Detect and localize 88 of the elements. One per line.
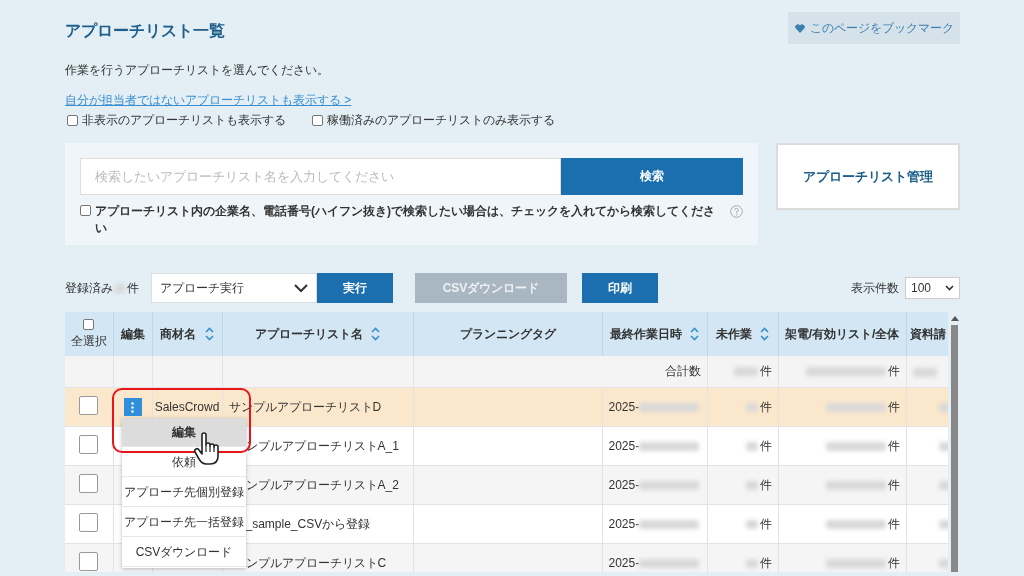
- unit-text: 件: [759, 555, 772, 570]
- row-checkbox[interactable]: [79, 552, 99, 571]
- sort-icon[interactable]: [690, 327, 700, 342]
- select-all-checkbox[interactable]: [83, 318, 95, 330]
- menu-item[interactable]: アプローチ先個別登録: [122, 478, 246, 507]
- run-button[interactable]: 実行: [317, 273, 393, 303]
- blurred-value: [639, 481, 700, 491]
- unit-text: 件: [887, 364, 900, 378]
- unit-text: 件: [759, 477, 772, 492]
- page-size-select[interactable]: 100: [905, 277, 960, 299]
- select-all-label: 全選択: [70, 332, 107, 350]
- instruction-text: 作業を行うアプローチリストを選んでください。: [65, 62, 330, 79]
- blurred-value: [912, 367, 937, 377]
- blurred-value: [825, 519, 886, 529]
- checkbox[interactable]: [67, 115, 78, 126]
- row-checkbox[interactable]: [79, 396, 99, 415]
- more-options-button[interactable]: [123, 398, 142, 416]
- column-header: 資料請: [906, 312, 948, 356]
- blurred-value: [639, 442, 700, 452]
- table-cell: 2025-: [608, 400, 640, 414]
- blurred-value: [745, 402, 758, 412]
- table-cell: 2025-: [608, 439, 640, 453]
- checkbox[interactable]: [312, 115, 323, 126]
- kebab-icon: [131, 401, 134, 413]
- checkbox-label: 非表示のアプローチリストも表示する: [82, 112, 286, 129]
- registered-unit: 件: [127, 279, 139, 297]
- menu-item[interactable]: アプローチ先一括登録: [122, 508, 246, 537]
- unit-text: 件: [759, 399, 772, 414]
- table-cell: ンプルアプローチリストA_2: [245, 477, 399, 492]
- chevron-down-icon: [945, 285, 954, 291]
- blurred-value: [733, 367, 758, 377]
- print-button[interactable]: 印刷: [582, 273, 658, 303]
- unit-text: 件: [887, 438, 900, 453]
- unit-text: 件: [887, 399, 900, 414]
- chevron-down-icon: [294, 283, 308, 293]
- unit-text: 件: [759, 438, 772, 453]
- unit-text: 件: [887, 555, 900, 570]
- heart-icon: [794, 23, 805, 33]
- table-cell: 2025-: [608, 517, 640, 531]
- sort-icon[interactable]: [204, 327, 214, 342]
- search-button[interactable]: 検索: [561, 158, 743, 195]
- manage-button[interactable]: アプローチリスト管理: [776, 143, 960, 210]
- checkbox[interactable]: [80, 205, 91, 216]
- sort-icon[interactable]: [760, 327, 770, 342]
- page-title: アプローチリスト一覧: [65, 21, 225, 41]
- menu-item[interactable]: CSVダウンロード: [122, 538, 246, 567]
- column-header[interactable]: 商材名: [152, 312, 222, 356]
- total-label: 合計数: [664, 364, 701, 378]
- column-header[interactable]: 最終作業日時: [602, 312, 707, 356]
- unit-text: 件: [759, 516, 772, 531]
- registered-label: 登録済み: [65, 279, 113, 297]
- blurred-value: [745, 441, 758, 451]
- blurred-value: [639, 559, 700, 569]
- sort-icon[interactable]: [371, 327, 381, 342]
- blurred-value: [639, 520, 700, 530]
- table-cell: ンプルアプローチリストC: [245, 555, 387, 570]
- help-icon[interactable]: [730, 205, 743, 218]
- blurred-value: [745, 519, 758, 529]
- unit-text: 件: [759, 364, 772, 378]
- blurred-value: [745, 558, 758, 568]
- blurred-value: [115, 283, 125, 293]
- blurred-value: [825, 402, 886, 412]
- column-header: 架電/有効リスト/全体: [778, 312, 906, 356]
- column-header: 編集: [113, 312, 152, 356]
- blurred-value: [639, 403, 700, 413]
- column-header[interactable]: 未作業: [707, 312, 778, 356]
- checkbox-label: アプローチリスト内の企業名、電話番号(ハイフン抜き)で検索したい場合は、チェックを入れてから検索してください: [95, 203, 716, 237]
- table-cell: 2025-: [608, 478, 640, 492]
- table-cell: _sample_CSVから登録: [245, 516, 371, 531]
- page-size-label: 表示件数: [851, 279, 899, 297]
- unit-text: 件: [887, 477, 900, 492]
- table-cell: 2025-: [608, 556, 640, 570]
- blurred-value: [825, 441, 886, 451]
- action-select[interactable]: アプローチ実行: [151, 273, 317, 303]
- checkbox-label: 稼働済みのアプローチリストのみ表示する: [327, 112, 555, 129]
- column-header[interactable]: アプローチリスト名: [222, 312, 413, 356]
- menu-item[interactable]: 編集: [122, 418, 246, 447]
- scroll-up-icon[interactable]: [950, 315, 959, 321]
- row-checkbox[interactable]: [79, 474, 99, 493]
- unit-text: 件: [887, 516, 900, 531]
- blurred-value: [825, 480, 886, 490]
- bookmark-button[interactable]: このページをブックマーク: [788, 12, 960, 44]
- table-cell: SalesCrowd: [154, 400, 220, 414]
- blurred-value: [745, 480, 758, 490]
- row-checkbox[interactable]: [79, 435, 99, 454]
- column-header: プランニングタグ: [413, 312, 602, 356]
- row-checkbox[interactable]: [79, 513, 99, 532]
- blurred-value: [825, 558, 886, 568]
